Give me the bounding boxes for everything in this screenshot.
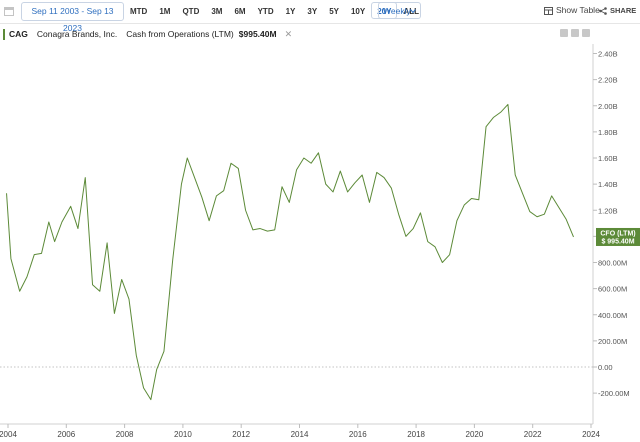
x-tick-label: 2008 [116,430,134,439]
end-label-value: $ 995.40M [601,238,634,245]
y-tick-label: 1.20B [598,206,618,215]
y-tick-label: 2.40B [598,50,618,59]
line-chart: -200.00M 0.00 200.00M 400.00M 600.00M 800.00M… [0,44,640,439]
y-tick-label: 2.20B [598,76,618,85]
end-label-name: CFO (LTM) [600,230,635,237]
y-tick-label: 400.00M [598,311,627,320]
x-tick-label: 2022 [524,430,542,439]
x-tick-label: 2006 [57,430,75,439]
y-tick-label: 2.00B [598,102,618,111]
y-tick-label: 1.60B [598,154,618,163]
y-tick-label: 1.40B [598,180,618,189]
x-tick-label: 2010 [174,430,192,439]
x-tick-label: 2014 [291,430,309,439]
x-tick-label: 2016 [349,430,367,439]
y-tick-label: 800.00M [598,259,627,268]
x-tick-label: 2004 [0,430,17,439]
x-tick-label: 2018 [407,430,425,439]
x-tick-label: 2024 [582,430,600,439]
x-tick-label: 2020 [466,430,484,439]
y-tick-label: 1.80B [598,128,618,137]
y-tick-label: -200.00M [598,389,630,398]
series-line-0 [6,103,574,401]
end-value-label: CFO (LTM)$ 995.40M [596,227,640,246]
x-tick-label: 2012 [232,430,250,439]
series-layer [6,103,574,401]
y-tick-label: 0.00 [598,363,613,372]
y-tick-label: 600.00M [598,285,627,294]
y-tick-label: 200.00M [598,337,627,346]
x-axis: 2004 2006 2008 2010 2012 2014 2016 2018 2020 2022… [0,423,600,439]
